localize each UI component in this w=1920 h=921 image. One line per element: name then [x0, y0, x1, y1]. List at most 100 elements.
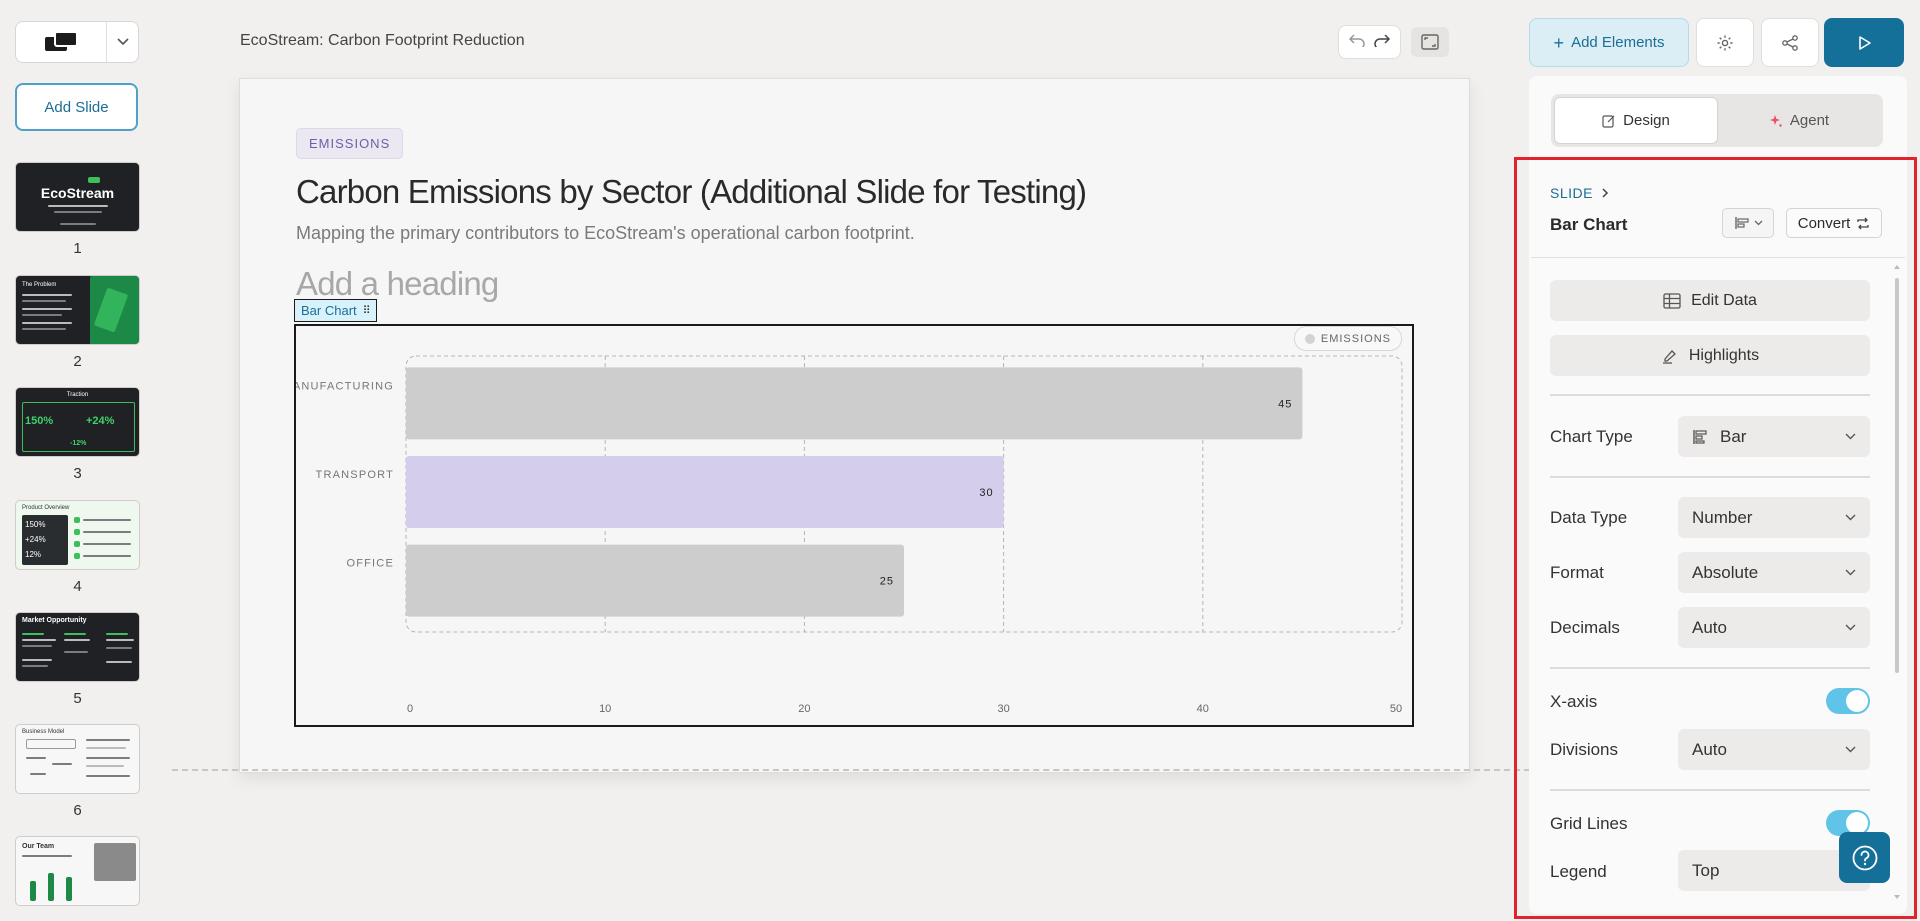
legend-label: EMISSIONS: [1320, 332, 1391, 345]
thumbnail-title: The Problem: [22, 282, 57, 288]
decimals-select[interactable]: Auto: [1678, 607, 1870, 648]
tab-label: Agent: [1789, 112, 1830, 129]
bar: [406, 367, 1303, 440]
breadcrumb-slide[interactable]: SLIDE: [1550, 185, 1593, 201]
breadcrumb[interactable]: SLIDE: [1550, 185, 1609, 201]
legend-swatch: [1304, 333, 1315, 344]
slide-thumbnail-4[interactable]: Product Overview 150% +24% 12% 4: [15, 500, 140, 595]
slide-title[interactable]: Carbon Emissions by Sector (Additional S…: [296, 173, 1087, 211]
format-select[interactable]: Absolute: [1678, 552, 1870, 593]
bar: [406, 456, 1004, 528]
play-icon: [1859, 35, 1871, 50]
slide-number: 1: [73, 240, 82, 257]
thumbnail-stat: 12%: [25, 550, 42, 559]
slide-thumbnail-2[interactable]: The Problem 2: [15, 275, 140, 370]
convert-label: Convert: [1797, 214, 1851, 232]
scrollbar-thumb[interactable]: [1895, 278, 1899, 673]
x-tick-label: 50: [1390, 703, 1402, 715]
highlights-button[interactable]: Highlights: [1550, 335, 1870, 376]
align-left-icon: [1734, 217, 1749, 229]
redo-icon[interactable]: [1373, 33, 1391, 52]
divisions-select[interactable]: Auto: [1678, 729, 1870, 770]
thumbnail-preview: Product Overview 150% +24% 12%: [15, 500, 140, 570]
thumbnail-title: Our Team: [22, 843, 55, 850]
thumbnail-title: Product Overview: [22, 505, 70, 511]
panel-scrollbar[interactable]: [1893, 262, 1901, 902]
heading-placeholder[interactable]: Add a heading: [296, 265, 499, 303]
thumbnail-title: Business Model: [22, 729, 65, 735]
thumbnail-preview: Business Model: [15, 724, 140, 794]
slide-thumbnail-3[interactable]: Traction 150% +24% -12% 3: [15, 387, 140, 482]
slide-thumbnail-1[interactable]: EcoStream 1: [15, 162, 140, 257]
legend-value: Top: [1692, 860, 1720, 880]
share-button[interactable]: [1761, 18, 1819, 67]
add-slide-button[interactable]: Add Slide: [15, 83, 138, 131]
x-tick-label: 0: [407, 703, 413, 715]
tab-design[interactable]: Design: [1554, 97, 1718, 144]
slide-number: 4: [73, 578, 82, 595]
edit-icon: [1602, 114, 1615, 128]
settings-button[interactable]: [1696, 18, 1754, 67]
add-elements-button[interactable]: + Add Elements: [1529, 18, 1689, 67]
chevron-down-icon[interactable]: [107, 22, 138, 62]
align-dropdown[interactable]: [1722, 208, 1774, 238]
thumbnail-stat: 150%: [25, 520, 46, 529]
chevron-right-icon: [1602, 188, 1609, 198]
slide-number: 5: [73, 690, 82, 707]
xaxis-toggle[interactable]: [1826, 688, 1870, 714]
chevron-down-icon: [1845, 624, 1856, 631]
section-divider: [1550, 476, 1870, 478]
scroll-up-icon[interactable]: [1893, 262, 1901, 272]
bar-chart[interactable]: 45 MANUFACTURING 30 TRANSPORT 25 OFFICE 0 10 20 3…: [294, 324, 1414, 727]
present-button[interactable]: [1824, 18, 1904, 67]
slide-canvas[interactable]: EMISSIONS Carbon Emissions by Sector (Ad…: [239, 78, 1470, 773]
plus-icon: +: [1553, 32, 1565, 53]
slide-tag[interactable]: EMISSIONS: [296, 128, 404, 159]
fullscreen-button[interactable]: [1411, 27, 1449, 57]
document-title[interactable]: EcoStream: Carbon Footprint Reduction: [240, 32, 525, 50]
slide-thumbnail-7[interactable]: Our Team: [15, 836, 140, 906]
chart-tag-label: Bar Chart: [301, 303, 357, 318]
gridlines-label: Grid Lines: [1550, 814, 1628, 833]
thumbnail-preview: The Problem: [15, 275, 140, 345]
thumbnail-stat: +24%: [25, 535, 46, 544]
expand-icon: [1421, 34, 1439, 50]
bar-value-label: 30: [979, 487, 993, 499]
slide-thumbnail-6[interactable]: Business Model 6: [15, 724, 140, 819]
workspace-switcher[interactable]: [15, 21, 139, 63]
slide-subtitle[interactable]: Mapping the primary contributors to EcoS…: [296, 223, 915, 244]
chart-selection-tag[interactable]: Bar Chart ⠿: [294, 299, 377, 322]
chart-type-label: Chart Type: [1550, 427, 1633, 446]
data-type-value: Number: [1692, 507, 1753, 527]
edit-data-label: Edit Data: [1691, 291, 1757, 309]
section-divider: [1550, 667, 1870, 669]
format-label: Format: [1550, 563, 1604, 582]
bar: [406, 544, 904, 617]
thumbnail-title: Traction: [66, 392, 89, 398]
tab-agent[interactable]: Agent: [1718, 97, 1880, 144]
slide-number: 6: [73, 802, 82, 819]
legend-label-row: Legend: [1550, 862, 1607, 881]
slide-thumbnail-5[interactable]: Market Opportunity 5: [15, 612, 140, 707]
help-button[interactable]: [1839, 832, 1890, 883]
undo-icon[interactable]: [1348, 33, 1366, 52]
convert-button[interactable]: Convert: [1786, 208, 1882, 238]
thumbnail-title: EcoStream: [40, 185, 115, 201]
panel-divider: [1531, 257, 1905, 258]
table-icon: [1663, 292, 1681, 309]
edit-data-button[interactable]: Edit Data: [1550, 280, 1870, 321]
x-tick-label: 10: [599, 703, 611, 715]
highlights-label: Highlights: [1688, 346, 1760, 364]
drag-handle-icon[interactable]: ⠿: [363, 304, 371, 317]
bar-value-label: 25: [880, 576, 894, 588]
data-type-label: Data Type: [1550, 508, 1628, 527]
data-type-select[interactable]: Number: [1678, 497, 1870, 538]
scroll-down-icon[interactable]: [1893, 892, 1901, 902]
chart-type-select[interactable]: Bar: [1678, 416, 1870, 457]
divisions-label: Divisions: [1550, 740, 1619, 759]
x-tick-label: 40: [1197, 703, 1209, 715]
share-icon: [1782, 34, 1798, 51]
chart-legend: EMISSIONS: [1293, 326, 1402, 351]
chevron-down-icon: [1845, 514, 1856, 521]
x-tick-label: 20: [798, 703, 810, 715]
